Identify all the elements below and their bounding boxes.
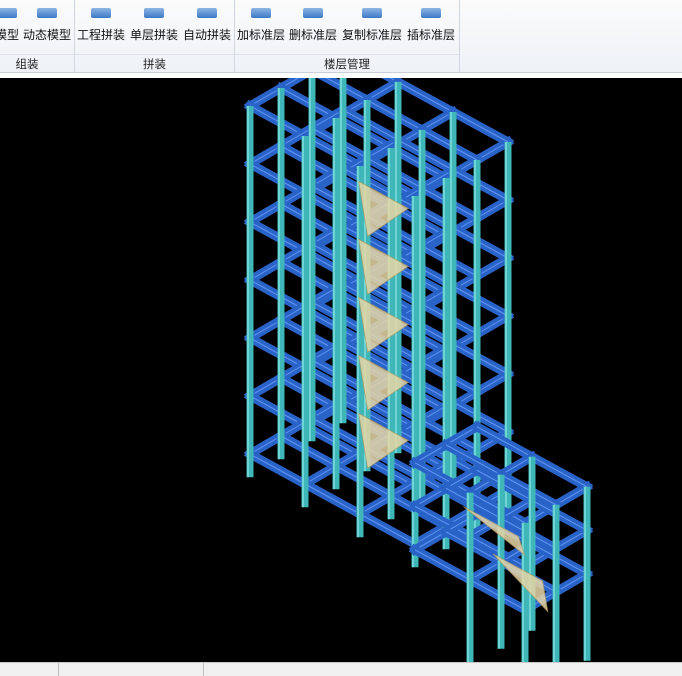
ribbon-toolbar: 模型 动态模型 工程拼装 单层拼装 自动拼装 加标准层 删标准层 复制标准层 插… [0, 0, 682, 73]
ribbon-separator [459, 0, 460, 72]
beam-edge [469, 561, 502, 581]
beam-edge [476, 199, 509, 219]
auto-assemble-button[interactable]: 自动拼装 [181, 0, 233, 52]
status-bar [0, 662, 682, 676]
copy-std-floor-icon [359, 6, 385, 20]
delete-std-floor-icon [300, 6, 326, 20]
beam-edge [476, 373, 509, 393]
model-icon [0, 6, 20, 20]
project-assemble-button[interactable]: 工程拼装 [76, 0, 126, 52]
group-label-floor-management: 楼层管理 [235, 54, 459, 72]
status-divider [203, 663, 204, 676]
status-divider [58, 663, 59, 676]
single-floor-assemble-button[interactable]: 单层拼装 [128, 0, 180, 52]
beam-edge [452, 111, 509, 143]
project-assemble-icon [88, 6, 114, 20]
auto-assemble-icon [194, 6, 220, 20]
structural-frame-model [243, 78, 594, 662]
beam-edge [397, 81, 454, 113]
copy-std-floor-button[interactable]: 复制标准层 [341, 0, 403, 52]
beam-edge [414, 549, 471, 581]
beam-edge [555, 529, 588, 549]
beam-edge [249, 145, 282, 165]
beam-edge [531, 456, 588, 488]
beam-edge [304, 465, 337, 485]
beam-edge [366, 81, 399, 101]
3d-model-viewport[interactable] [0, 78, 682, 662]
dynamic-model-icon [34, 6, 60, 20]
beam-edge [249, 203, 282, 223]
add-std-floor-button[interactable]: 加标准层 [236, 0, 286, 52]
beam [381, 78, 405, 89]
beam-edge [249, 377, 282, 397]
beam-edge [476, 257, 509, 277]
beam-edge [249, 319, 282, 339]
beam-edge [249, 87, 282, 107]
group-label-assemble: 组装 [0, 54, 74, 72]
beam-edge [555, 573, 588, 593]
dynamic-model-button[interactable]: 动态模型 [21, 0, 73, 52]
single-floor-assemble-icon [141, 6, 167, 20]
beam-edge [476, 315, 509, 335]
beam-edge [421, 111, 454, 131]
beam-edge [476, 141, 509, 161]
group-label-splice: 拼装 [75, 54, 234, 72]
beam-edge [249, 435, 282, 455]
beam-edge [555, 486, 588, 506]
beam-edge [249, 261, 282, 281]
insert-std-floor-button[interactable]: 插标准层 [405, 0, 457, 52]
model-button[interactable]: 模型 [0, 0, 20, 52]
add-std-floor-icon [248, 6, 274, 20]
delete-std-floor-button[interactable]: 删标准层 [288, 0, 338, 52]
insert-std-floor-icon [418, 6, 444, 20]
beam-edge [359, 495, 392, 515]
